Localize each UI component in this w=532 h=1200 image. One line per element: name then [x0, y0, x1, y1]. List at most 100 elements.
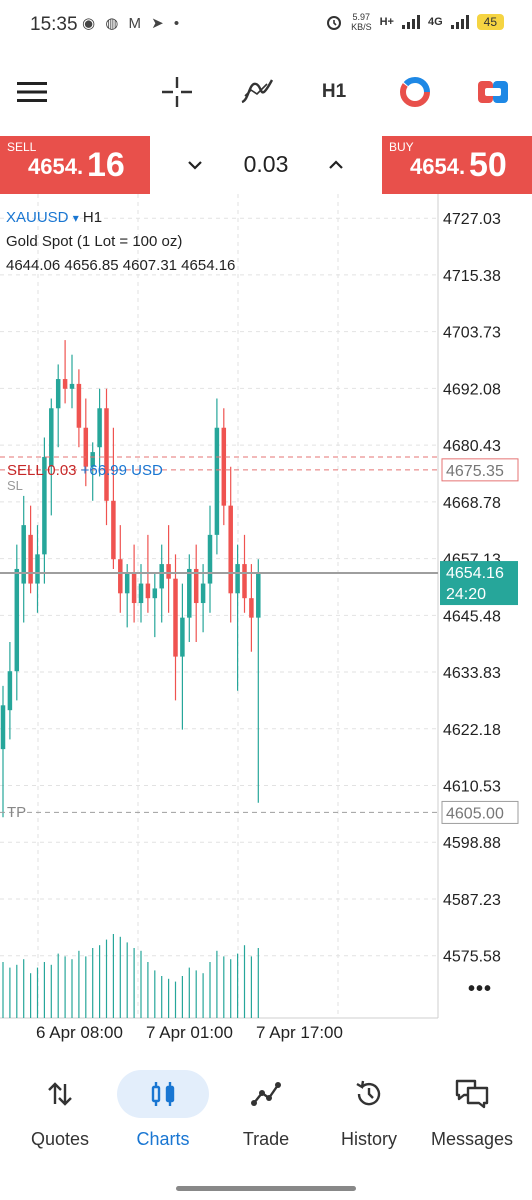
- candle-body: [7, 671, 13, 711]
- symbol-dropdown-icon: ▾: [72, 211, 79, 225]
- chart-type-button[interactable]: [394, 74, 436, 110]
- history-icon: [356, 1080, 381, 1106]
- nav-history[interactable]: History: [316, 1070, 422, 1160]
- notification-icons: ◉ ◍ M ➤ •: [82, 15, 183, 32]
- candle-body: [207, 534, 213, 584]
- candle-body: [104, 408, 109, 501]
- candle-body: [28, 534, 33, 584]
- nav-charts[interactable]: Charts: [110, 1070, 216, 1160]
- x-axis-tick-label: 7 Apr 17:00: [256, 1023, 343, 1042]
- crosshair-button[interactable]: [156, 74, 198, 110]
- nav-charts-label: Charts: [136, 1129, 190, 1149]
- chart-toolbar: H1: [0, 64, 532, 120]
- candle-body: [69, 383, 75, 389]
- sell-price-big: 16: [87, 146, 125, 184]
- y-axis-tick-label: 4598.88: [443, 835, 501, 852]
- y-axis-tick-label: 4715.38: [443, 268, 501, 285]
- one-click-trade-icon: [478, 81, 508, 103]
- nav-messages-label: Messages: [430, 1129, 514, 1149]
- ohlc-values: 4644.06 4656.85 4607.31 4654.16: [6, 257, 236, 274]
- sell-label: SELL: [7, 140, 37, 154]
- y-axis-tick-label: 4587.23: [443, 892, 501, 909]
- stop-loss-price-label: 4675.35: [446, 463, 504, 480]
- symbol-description: Gold Spot (1 Lot = 100 oz): [6, 233, 183, 250]
- take-profit-price-label: 4605.00: [446, 805, 504, 822]
- y-axis-tick-label: 4703.73: [443, 325, 501, 342]
- nav-trade[interactable]: Trade: [213, 1070, 319, 1160]
- buy-button[interactable]: BUY 4654. 50: [382, 136, 532, 194]
- signal-icon: [401, 15, 420, 29]
- alarm-icon: [327, 16, 342, 30]
- crosshair-icon: [162, 77, 192, 107]
- lot-selector: 0.03: [150, 136, 382, 194]
- nav-history-label: History: [340, 1129, 397, 1149]
- timeframe-button[interactable]: H1: [312, 74, 356, 110]
- candle-body: [166, 564, 171, 579]
- nav-quotes[interactable]: Quotes: [7, 1070, 113, 1160]
- more-menu-button[interactable]: •••: [468, 978, 492, 1001]
- candle-body: [118, 559, 123, 594]
- candle-body: [221, 427, 227, 506]
- candle-body: [55, 379, 61, 409]
- one-click-trade-button[interactable]: [472, 74, 514, 110]
- trade-icon: [251, 1082, 281, 1106]
- status-bar: 15:35 ◉ ◍ M ➤ • 5.97 KB/S H+ 4G 45: [0, 0, 532, 50]
- net-speed: 5.97 KB/S: [351, 12, 372, 32]
- home-indicator: [176, 1186, 356, 1191]
- charts-icon: [151, 1082, 175, 1106]
- position-profit: +66.99 USD: [80, 462, 163, 479]
- candle-body: [235, 564, 240, 594]
- candle-body: [138, 583, 144, 604]
- candle-body: [124, 573, 130, 594]
- candle-body: [62, 379, 68, 389]
- position-line-label[interactable]: SELL 0.03 +66.99 USD: [7, 462, 163, 479]
- chart-canvas[interactable]: 4727.03 4715.38 4703.73 4692.08 4680.43 4668.…: [0, 194, 532, 1050]
- candle-body: [249, 598, 254, 618]
- price-chart[interactable]: 4727.03 4715.38 4703.73 4692.08 4680.43 4668.…: [0, 194, 532, 1050]
- messages-icon: [455, 1079, 489, 1109]
- candle-body: [173, 578, 178, 657]
- y-axis-tick-label: 4668.78: [443, 495, 501, 512]
- indicators-icon: [241, 79, 274, 104]
- candle-body: [200, 583, 206, 604]
- y-axis-tick-label: 4645.48: [443, 608, 501, 625]
- candle-body: [145, 583, 151, 599]
- candle-body: [14, 568, 20, 672]
- position-label: SELL 0.03: [7, 462, 77, 479]
- y-axis-tick-label: 4680.43: [443, 438, 501, 455]
- y-axis-tick-label: 4692.08: [443, 381, 501, 398]
- candle-body: [242, 564, 247, 599]
- nav-quotes-label: Quotes: [30, 1129, 90, 1149]
- candle-body: [214, 427, 220, 535]
- battery-indicator: 45: [476, 14, 504, 30]
- y-axis-tick-label: 4575.58: [443, 949, 501, 966]
- signal-icon-2: [450, 15, 469, 29]
- candle-body: [180, 617, 185, 657]
- candle-body: [111, 500, 116, 560]
- y-axis-tick-label: 4610.53: [443, 779, 501, 796]
- indicators-button[interactable]: [236, 74, 278, 110]
- x-axis-tick-label: 6 Apr 08:00: [36, 1023, 123, 1042]
- lot-increase-button[interactable]: [321, 152, 351, 178]
- sl-label: SL: [7, 478, 23, 493]
- candle-body: [83, 427, 89, 467]
- status-time: 15:35: [30, 14, 78, 35]
- sell-button[interactable]: SELL 4654. 16: [0, 136, 150, 194]
- candle-body: [159, 564, 164, 589]
- symbol-name: XAUUSD: [6, 209, 69, 226]
- timeframe-label: H1: [321, 81, 347, 102]
- trade-bar: SELL 4654. 16 0.03 BUY 4654. 50: [0, 136, 532, 194]
- candle-body: [97, 408, 102, 448]
- chevron-up-icon: [329, 160, 343, 169]
- menu-button[interactable]: [12, 74, 52, 110]
- candle-body: [131, 573, 137, 604]
- sell-price-small: 4654.: [28, 154, 84, 179]
- y-axis-tick-label: 4727.03: [443, 211, 501, 228]
- nav-messages[interactable]: Messages: [419, 1070, 525, 1160]
- candle-countdown-label: 24:20: [446, 586, 486, 603]
- candle-body: [187, 568, 192, 618]
- candle-body: [228, 505, 233, 594]
- buy-label: BUY: [389, 140, 414, 154]
- symbol-selector[interactable]: XAUUSD ▾ H1: [6, 209, 102, 226]
- candle-body: [76, 383, 82, 428]
